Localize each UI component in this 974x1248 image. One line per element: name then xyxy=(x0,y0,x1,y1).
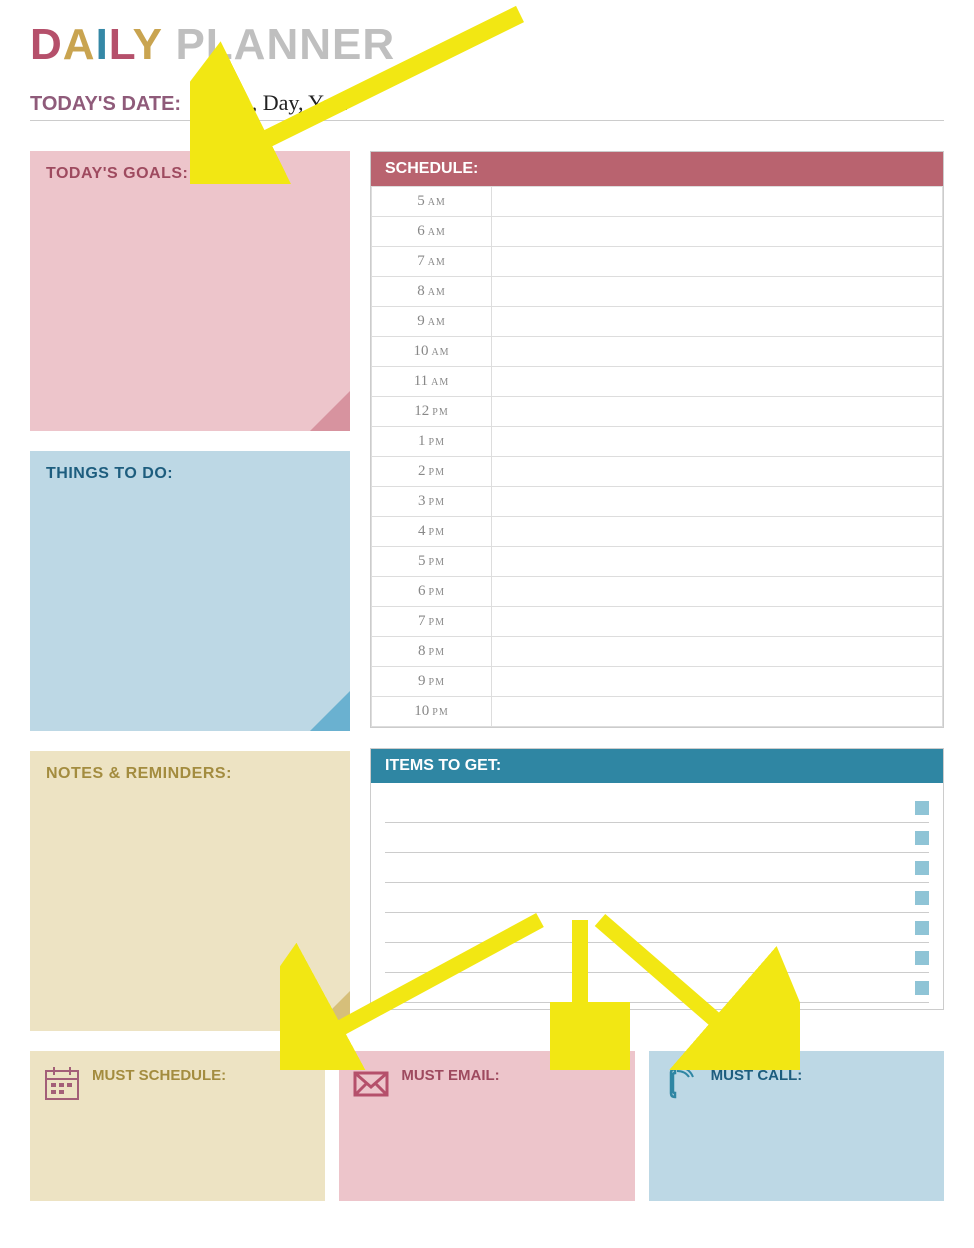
schedule-time: 7AM xyxy=(372,247,492,277)
schedule-row[interactable]: 7AM xyxy=(372,247,943,277)
date-row: TODAY'S DATE: Month, Day, Year xyxy=(30,90,944,121)
item-line[interactable] xyxy=(385,823,929,853)
schedule-row[interactable]: 3PM xyxy=(372,487,943,517)
schedule-slot[interactable] xyxy=(492,427,943,457)
phone-icon xyxy=(661,1063,701,1103)
schedule-slot[interactable] xyxy=(492,247,943,277)
must-call-label: MUST CALL: xyxy=(711,1067,803,1084)
schedule-time: 2PM xyxy=(372,457,492,487)
schedule-box: SCHEDULE: 5AM6AM7AM8AM9AM10AM11AM12PM1PM… xyxy=(370,151,944,728)
schedule-row[interactable]: 2PM xyxy=(372,457,943,487)
schedule-slot[interactable] xyxy=(492,337,943,367)
todo-header: THINGS TO DO: xyxy=(46,465,334,483)
must-call-box[interactable]: MUST CALL: xyxy=(649,1051,944,1201)
schedule-slot[interactable] xyxy=(492,547,943,577)
schedule-time: 10PM xyxy=(372,697,492,727)
item-line[interactable] xyxy=(385,913,929,943)
schedule-time: 10AM xyxy=(372,337,492,367)
item-line[interactable] xyxy=(385,793,929,823)
schedule-time: 3PM xyxy=(372,487,492,517)
item-line[interactable] xyxy=(385,943,929,973)
schedule-time: 12PM xyxy=(372,397,492,427)
date-value[interactable]: Month, Day, Year xyxy=(193,90,349,116)
schedule-slot[interactable] xyxy=(492,487,943,517)
schedule-row[interactable]: 6AM xyxy=(372,217,943,247)
schedule-table: 5AM6AM7AM8AM9AM10AM11AM12PM1PM2PM3PM4PM5… xyxy=(371,186,943,727)
todo-box[interactable]: THINGS TO DO: xyxy=(30,451,350,731)
fold-corner-icon xyxy=(310,691,350,731)
fold-corner-icon xyxy=(310,991,350,1031)
schedule-row[interactable]: 10AM xyxy=(372,337,943,367)
schedule-row[interactable]: 1PM xyxy=(372,427,943,457)
checkbox-icon[interactable] xyxy=(915,981,929,995)
schedule-slot[interactable] xyxy=(492,577,943,607)
checkbox-icon[interactable] xyxy=(915,891,929,905)
schedule-row[interactable]: 11AM xyxy=(372,367,943,397)
schedule-slot[interactable] xyxy=(492,397,943,427)
item-line[interactable] xyxy=(385,883,929,913)
items-box: ITEMS TO GET: xyxy=(370,748,944,1010)
schedule-time: 9PM xyxy=(372,667,492,697)
date-label: TODAY'S DATE: xyxy=(30,93,181,116)
fold-corner-icon xyxy=(310,391,350,431)
checkbox-icon[interactable] xyxy=(915,801,929,815)
schedule-slot[interactable] xyxy=(492,277,943,307)
schedule-row[interactable]: 8PM xyxy=(372,637,943,667)
calendar-icon xyxy=(42,1063,82,1103)
schedule-slot[interactable] xyxy=(492,607,943,637)
schedule-slot[interactable] xyxy=(492,187,943,217)
schedule-row[interactable]: 9PM xyxy=(372,667,943,697)
schedule-slot[interactable] xyxy=(492,307,943,337)
must-schedule-box[interactable]: MUST SCHEDULE: xyxy=(30,1051,325,1201)
schedule-row[interactable]: 6PM xyxy=(372,577,943,607)
schedule-time: 5PM xyxy=(372,547,492,577)
schedule-time: 8AM xyxy=(372,277,492,307)
schedule-slot[interactable] xyxy=(492,457,943,487)
schedule-row[interactable]: 9AM xyxy=(372,307,943,337)
schedule-row[interactable]: 5AM xyxy=(372,187,943,217)
schedule-row[interactable]: 8AM xyxy=(372,277,943,307)
schedule-slot[interactable] xyxy=(492,667,943,697)
schedule-time: 6AM xyxy=(372,217,492,247)
must-email-box[interactable]: MUST EMAIL: xyxy=(339,1051,634,1201)
notes-header: NOTES & REMINDERS: xyxy=(46,765,334,783)
schedule-row[interactable]: 7PM xyxy=(372,607,943,637)
checkbox-icon[interactable] xyxy=(915,831,929,845)
notes-box[interactable]: NOTES & REMINDERS: xyxy=(30,751,350,1031)
schedule-slot[interactable] xyxy=(492,517,943,547)
schedule-slot[interactable] xyxy=(492,697,943,727)
goals-box[interactable]: TODAY'S GOALS: xyxy=(30,151,350,431)
schedule-row[interactable]: 5PM xyxy=(372,547,943,577)
schedule-slot[interactable] xyxy=(492,637,943,667)
email-icon xyxy=(351,1063,391,1103)
checkbox-icon[interactable] xyxy=(915,921,929,935)
schedule-time: 11AM xyxy=(372,367,492,397)
schedule-time: 7PM xyxy=(372,607,492,637)
schedule-header: SCHEDULE: xyxy=(371,152,943,186)
checkbox-icon[interactable] xyxy=(915,861,929,875)
schedule-slot[interactable] xyxy=(492,367,943,397)
goals-header: TODAY'S GOALS: xyxy=(46,165,334,183)
schedule-time: 6PM xyxy=(372,577,492,607)
item-line[interactable] xyxy=(385,853,929,883)
schedule-time: 5AM xyxy=(372,187,492,217)
schedule-row[interactable]: 4PM xyxy=(372,517,943,547)
schedule-time: 9AM xyxy=(372,307,492,337)
must-email-label: MUST EMAIL: xyxy=(401,1067,499,1084)
schedule-time: 1PM xyxy=(372,427,492,457)
schedule-row[interactable]: 10PM xyxy=(372,697,943,727)
schedule-time: 8PM xyxy=(372,637,492,667)
page-title: DAILY PLANNER xyxy=(30,20,944,70)
checkbox-icon[interactable] xyxy=(915,951,929,965)
schedule-slot[interactable] xyxy=(492,217,943,247)
items-header: ITEMS TO GET: xyxy=(371,749,943,783)
schedule-row[interactable]: 12PM xyxy=(372,397,943,427)
schedule-time: 4PM xyxy=(372,517,492,547)
item-line[interactable] xyxy=(385,973,929,1003)
must-schedule-label: MUST SCHEDULE: xyxy=(92,1067,226,1084)
